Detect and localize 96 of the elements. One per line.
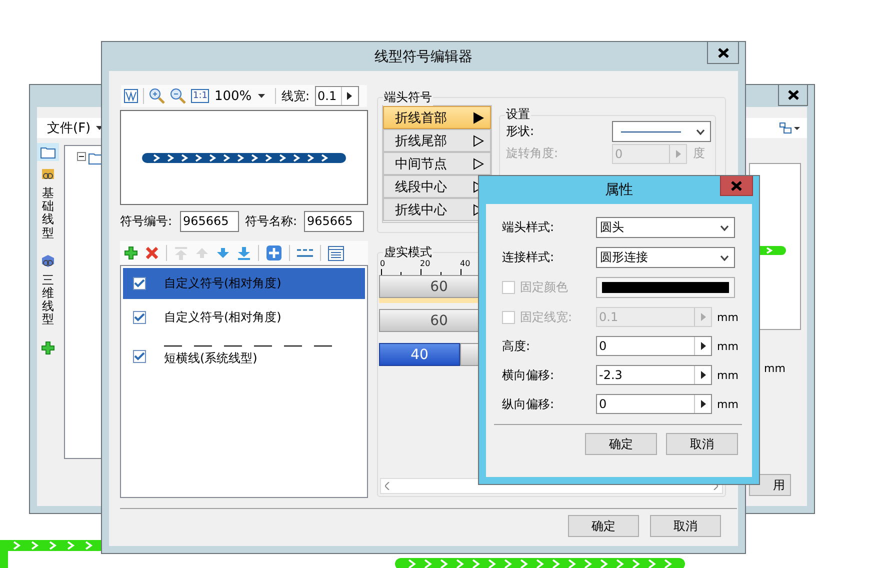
checkbox[interactable] (133, 311, 146, 324)
arrow-down-icon[interactable] (216, 247, 230, 259)
ruler-label: 20 (420, 259, 430, 268)
dash-segment[interactable]: 40 (379, 343, 460, 366)
insert-icon[interactable] (266, 245, 282, 261)
layout-icon[interactable] (779, 122, 801, 134)
unit-label: 度 (693, 145, 705, 162)
line-width-label: 线宽: (281, 88, 310, 104)
group-title: 虚实模式 (383, 244, 433, 261)
code-field[interactable]: 965665 (180, 211, 239, 232)
arrow-right-icon (473, 158, 484, 170)
check-icon (134, 313, 145, 322)
dialog-title: 属性 (605, 181, 633, 199)
close-icon (731, 180, 742, 190)
line-width-field[interactable]: 0.1 (314, 86, 359, 106)
end-tab[interactable]: 中间节点 (383, 152, 491, 175)
end-tab[interactable]: 折线尾部 (383, 129, 491, 152)
lines-icon[interactable] (297, 248, 313, 258)
scroll-left-icon (385, 482, 390, 490)
arrow-right-icon (700, 342, 706, 350)
color-picker[interactable] (596, 277, 735, 298)
ruler-label: 40 (460, 259, 470, 268)
symbol-label: 自定义符号(相对角度) (164, 275, 282, 292)
field-label: 形状: (506, 123, 536, 140)
cancel-button[interactable]: 取消 (650, 515, 721, 537)
add-icon[interactable] (124, 246, 138, 260)
cancel-button[interactable]: 取消 (666, 433, 738, 455)
field-label: 旋转角度: (506, 145, 560, 162)
folder-tab[interactable] (37, 143, 59, 161)
symbol-label: 自定义符号(相对角度) (164, 309, 282, 326)
arrow-right-icon (347, 92, 352, 100)
zoom-in-icon[interactable] (149, 88, 165, 104)
checkbox[interactable] (133, 277, 146, 290)
checkbox-label: 固定颜色 (520, 279, 568, 296)
checkbox[interactable] (133, 350, 146, 362)
chevron-down-icon (696, 128, 705, 134)
table-icon[interactable] (328, 246, 344, 260)
symbol-label: 短横线(系统线型) (164, 350, 258, 367)
arrow-right-icon (676, 150, 680, 158)
number-field[interactable]: 0 (596, 336, 712, 356)
check-icon (134, 279, 145, 288)
shape-dropdown[interactable] (612, 121, 711, 142)
field-label: 纵向偏移: (502, 396, 556, 412)
collapse-icon[interactable] (77, 152, 86, 161)
unit-label: mm (717, 398, 738, 410)
move-bottom-icon[interactable] (237, 246, 251, 260)
dialog-title: 线型符号编辑器 (374, 48, 472, 66)
close-button[interactable] (778, 85, 808, 106)
field-label: 符号名称: (245, 213, 298, 230)
unit-label: mm (717, 368, 738, 382)
join-style-dropdown[interactable]: 圆形连接 (596, 247, 735, 268)
caret-icon (258, 94, 265, 98)
zoom-dropdown[interactable]: 100% (214, 88, 270, 104)
chevron-down-icon (720, 224, 729, 230)
ok-button[interactable]: 确定 (568, 515, 639, 537)
arrow-right-icon (700, 400, 706, 408)
folder-icon (40, 146, 56, 158)
close-button[interactable] (707, 42, 739, 64)
chevron-down-icon (720, 254, 729, 260)
ok-button[interactable]: 确定 (585, 433, 657, 455)
close-icon (788, 90, 798, 100)
cap-style-dropdown[interactable]: 圆头 (596, 217, 735, 238)
layer-icon (41, 167, 55, 181)
sidebar-tab[interactable]: 三维线型 (42, 274, 54, 326)
add-icon[interactable] (41, 340, 55, 354)
symbol-row[interactable]: 短横线(系统线型) (123, 336, 365, 376)
field-label: 连接样式: (502, 249, 556, 266)
name-field[interactable]: 965665 (304, 211, 364, 232)
check-icon (134, 352, 145, 360)
field-label: 符号编号: (120, 213, 174, 230)
group-title: 端头符号 (383, 89, 433, 106)
checkbox-label: 固定线宽: (520, 308, 572, 326)
line-icon (621, 130, 681, 132)
arrow-right-icon (700, 371, 706, 379)
zoom-out-icon[interactable] (170, 88, 186, 104)
unit-label: mm (717, 310, 738, 324)
actual-size-button[interactable]: 1:1 (191, 89, 210, 103)
arrow-right-icon (473, 134, 484, 146)
close-icon (718, 48, 728, 58)
cube-icon (41, 254, 55, 268)
delete-icon[interactable] (145, 246, 159, 260)
unit-label: mm (717, 340, 738, 352)
unit-label: mm (764, 362, 786, 375)
field-label: 横向偏移: (502, 366, 556, 384)
arrow-right-icon (473, 112, 484, 124)
arrow-right-icon (700, 313, 706, 321)
waveform-icon[interactable] (124, 89, 138, 103)
end-tab[interactable]: 折线首部 (383, 106, 491, 129)
sidebar-tab[interactable]: 基础线型 (42, 187, 54, 240)
number-field[interactable]: 0 (596, 394, 712, 414)
symbol-row[interactable]: 自定义符号(相对角度) (123, 302, 365, 333)
field-label: 端头样式: (502, 219, 556, 236)
number-field[interactable]: -2.3 (596, 365, 712, 385)
field-label: 高度: (502, 338, 532, 354)
ruler-label: 0 (380, 259, 386, 268)
symbol-row[interactable]: 自定义符号(相对角度) (123, 268, 365, 299)
